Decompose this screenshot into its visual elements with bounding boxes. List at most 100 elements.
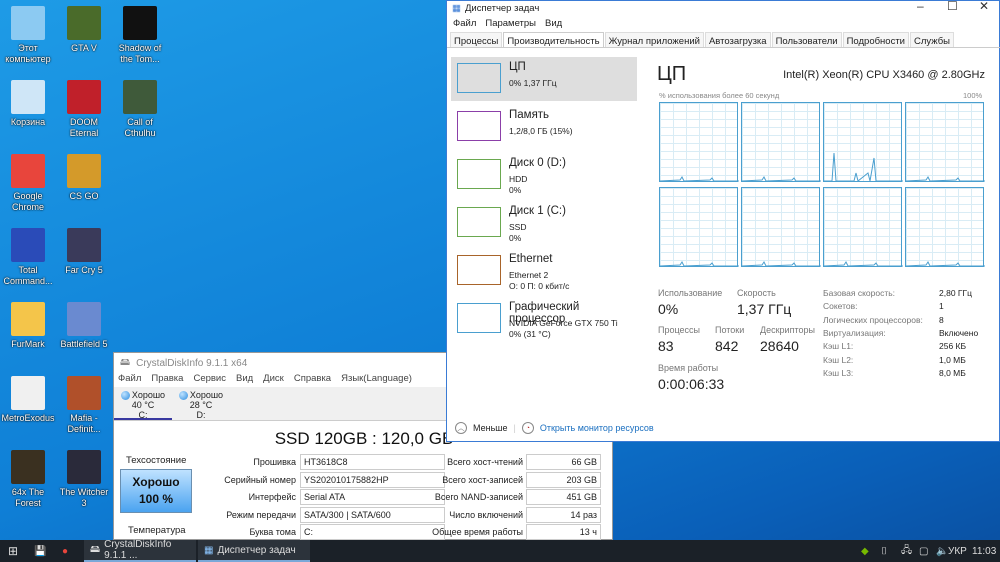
info-row: Буква тома C: Общее время работы 13 ч [114, 524, 614, 540]
tab[interactable]: Подробности [842, 32, 909, 47]
sidebar-item-detail: NVIDIA GeForce GTX 750 Ti [509, 318, 618, 328]
tab[interactable]: Службы [910, 32, 954, 47]
sidebar-item[interactable]: Диск 1 (C:) SSD 0% [451, 201, 637, 245]
menu-item[interactable]: Параметры [485, 18, 536, 31]
desktop-icon[interactable]: MetroExodus [0, 376, 56, 424]
disk-letter: D: [196, 410, 206, 421]
info-value: 1 [939, 301, 944, 312]
menu-item[interactable]: Язык(Language) [341, 373, 412, 387]
info-label: Всего NAND-записей [434, 492, 523, 502]
taskbar-crystaldiskinfo[interactable]: 🖴 CrystalDiskInfo 9.1.1 ... [84, 539, 196, 562]
graph-label: % использования более 60 секунд [659, 91, 780, 100]
pinned-app-floppy-icon[interactable]: 💾 [28, 540, 52, 562]
info-value: 66 GB [526, 454, 601, 470]
desktop-icon[interactable]: Call of Cthulhu [112, 80, 168, 139]
info-label: Всего хост-записей [442, 474, 523, 485]
open-resource-monitor-link[interactable]: Открыть монитор ресурсов [540, 423, 654, 433]
desktop-icon[interactable]: Google Chrome [0, 154, 56, 213]
graph-max: 100% [963, 91, 983, 100]
desktop-icon[interactable]: Корзина [0, 80, 56, 128]
cpu-core-graph [659, 102, 739, 182]
cpu-model: Intel(R) Xeon(R) CPU X3460 @ 2.80GHz [783, 69, 985, 81]
cpu-core-graph [905, 102, 985, 182]
info-value: Serial ATA [300, 489, 445, 505]
tab[interactable]: Процессы [450, 32, 503, 47]
window-title: Диспетчер задач [464, 2, 540, 14]
tab[interactable]: Автозагрузка [704, 32, 771, 47]
maximize-button[interactable]: ☐ [947, 0, 958, 13]
desktop-icon-label: Total Command... [3, 265, 53, 286]
disk-tab[interactable]: Хорошо 40 °C C: [114, 387, 172, 420]
clock[interactable]: 11:03 [966, 540, 1000, 562]
cpu-core-graph [905, 187, 985, 267]
sidebar-thumbnail-graph [457, 63, 501, 93]
desktop-icon[interactable]: GTA V [56, 6, 112, 54]
shortcut-icon [11, 450, 45, 484]
desktop-icon[interactable]: 64x The Forest [0, 450, 56, 509]
cpu-core-graph [823, 102, 903, 182]
cpu-usage-line [824, 261, 903, 267]
menu-item[interactable]: Правка [151, 373, 183, 387]
disk-tab[interactable]: Хорошо 28 °C D: [172, 387, 230, 420]
cpu-core-graph [659, 187, 739, 267]
close-button[interactable]: ✕ [979, 0, 989, 13]
menu-item[interactable]: Вид [545, 18, 562, 31]
desktop-icon[interactable]: CS GO [56, 154, 112, 202]
tab[interactable]: Пользователи [771, 32, 842, 47]
desktop-icon[interactable]: Far Cry 5 [56, 228, 112, 276]
info-value: 2,80 ГГц [939, 288, 972, 298]
desktop-icon[interactable]: Этот компьютер [0, 6, 56, 65]
shortcut-icon [67, 376, 101, 410]
chrome-taskbar-icon[interactable]: ● [56, 540, 74, 562]
uptime-label: Время работы [658, 363, 719, 373]
desktop-icon[interactable]: The Witcher 3 [56, 450, 112, 509]
menu-bar: Файл Параметры Вид [447, 15, 999, 31]
cpu-usage-line [660, 176, 739, 182]
tab[interactable]: Журнал приложений [604, 32, 704, 47]
desktop-icon[interactable]: DOOM Eternal [56, 80, 112, 139]
fewer-details-button[interactable]: Меньше [473, 423, 508, 433]
desktop-icon-label: Этот компьютер [5, 43, 51, 64]
minimize-button[interactable]: – [917, 0, 924, 13]
shortcut-icon [11, 376, 45, 410]
cpu-core-graph [741, 102, 821, 182]
disk-temp: 28 °C [189, 400, 213, 411]
info-label: Общее время работы [432, 527, 523, 537]
sidebar-item-detail: О: 0 П: 0 кбит/с [509, 281, 570, 291]
menu-item[interactable]: Вид [236, 373, 253, 387]
start-button[interactable]: ⊞ [2, 540, 24, 562]
uptime-value: 0:00:06:33 [658, 376, 725, 392]
sidebar-item[interactable]: Ethernet Ethernet 2 О: 0 П: 0 кбит/с [451, 249, 637, 293]
desktop-icon-label: Google Chrome [11, 191, 44, 212]
desktop-icon[interactable]: Shadow of the Tom... [112, 6, 168, 65]
status-dot-icon [120, 391, 130, 401]
info-value: 8 [939, 314, 944, 325]
sidebar-item[interactable]: Графический процессор NVIDIA GeForce GTX … [451, 297, 637, 341]
sidebar-item-name: Диск 1 (C:) [509, 205, 566, 217]
task-manager-window: ▦ Диспетчер задач – ☐ ✕ Файл Параметры Вид … [446, 0, 1000, 442]
desktop-icon[interactable]: FurMark [0, 302, 56, 350]
sidebar-item[interactable]: ЦП 0% 1,37 ГГц [451, 57, 637, 101]
menu-item[interactable]: Диск [263, 373, 284, 387]
info-value: 8,0 МБ [939, 367, 966, 378]
title-bar[interactable]: ▦ Диспетчер задач – ☐ ✕ [447, 0, 999, 15]
desktop-icon[interactable]: Total Command... [0, 228, 56, 287]
menu-item[interactable]: Файл [453, 18, 476, 31]
sidebar-item-name: Память [509, 109, 550, 121]
desktop-icon-label: Call of Cthulhu [124, 117, 156, 138]
menu-item[interactable]: Файл [118, 373, 141, 387]
menu-item[interactable]: Сервис [193, 373, 226, 387]
info-value: SATA/300 | SATA/600 [300, 506, 445, 523]
sidebar-item[interactable]: Диск 0 (D:) HDD 0% [451, 153, 637, 197]
shortcut-icon [11, 154, 45, 188]
chevron-up-icon[interactable]: ︿ [455, 422, 467, 434]
desktop-icon[interactable]: Battlefield 5 [56, 302, 112, 350]
desktop-icon-label: Battlefield 5 [60, 339, 108, 349]
usb-tray-icon[interactable]: ⌷ [875, 540, 893, 562]
sidebar-item[interactable]: Память 1,2/8,0 ГБ (15%) [451, 105, 637, 149]
nvidia-tray-icon[interactable]: ◆ [855, 540, 875, 562]
menu-item[interactable]: Справка [294, 373, 331, 387]
taskbar-task-manager[interactable]: ▦ Диспетчер задач [198, 540, 310, 562]
desktop-icon[interactable]: Mafia - Definit... [56, 376, 112, 435]
tab[interactable]: Производительность [503, 32, 604, 47]
